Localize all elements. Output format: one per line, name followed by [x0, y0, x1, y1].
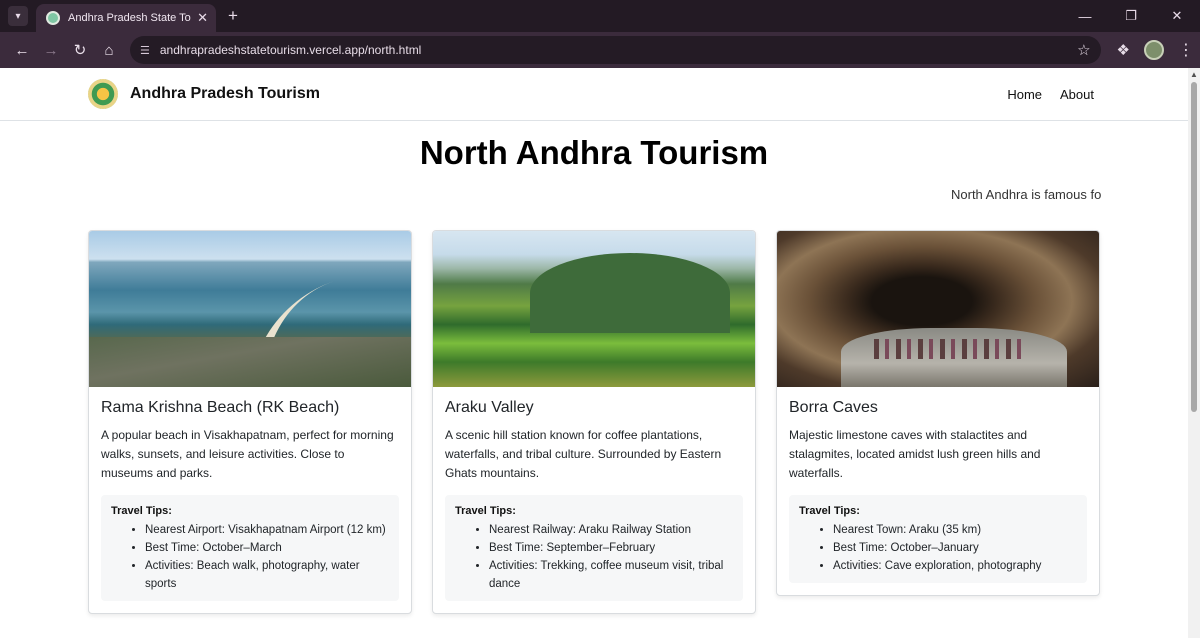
list-item: Best Time: October–March: [145, 539, 389, 557]
card-borra-caves: Borra Caves Majestic limestone caves wit…: [776, 230, 1100, 596]
card-description: Majestic limestone caves with stalactite…: [789, 428, 1041, 480]
close-icon[interactable]: ✕: [197, 10, 208, 26]
card-araku-valley: Araku Valley A scenic hill station known…: [432, 230, 756, 614]
plus-icon[interactable]: +: [228, 6, 238, 26]
travel-tips-title: Travel Tips:: [111, 505, 172, 517]
close-window-icon[interactable]: ✕: [1154, 0, 1200, 32]
card-title: Araku Valley: [445, 399, 534, 416]
star-icon[interactable]: ☆: [1077, 41, 1090, 59]
card-title: Borra Caves: [789, 399, 878, 416]
scroll-up-icon[interactable]: ▲: [1190, 70, 1198, 79]
card-rk-beach: Rama Krishna Beach (RK Beach) A popular …: [88, 230, 412, 614]
travel-tips-list: Nearest Airport: Visakhapatnam Airport (…: [111, 521, 389, 593]
page-title: North Andhra Tourism: [419, 134, 769, 171]
travel-tips-list: Nearest Town: Araku (35 km) Best Time: O…: [799, 521, 1077, 575]
travel-tips-list: Nearest Railway: Araku Railway Station B…: [455, 521, 733, 593]
state-emblem-logo: [88, 79, 118, 109]
browser-tab-bar: ▾ Andhra Pradesh State Tourism ✕ + — ❐ ✕: [0, 0, 1200, 32]
card-description: A popular beach in Visakhapatnam, perfec…: [101, 428, 394, 480]
url-text[interactable]: andhrapradeshstatetourism.vercel.app/nor…: [160, 43, 1077, 57]
travel-tips-title: Travel Tips:: [799, 505, 860, 517]
list-item: Nearest Town: Araku (35 km): [833, 521, 1077, 539]
travel-tips-title: Travel Tips:: [455, 505, 516, 517]
page-viewport: Andhra Pradesh Tourism Home About North …: [0, 68, 1188, 638]
list-item: Best Time: September–February: [489, 539, 733, 557]
card-grid: Rama Krishna Beach (RK Beach) A popular …: [0, 230, 1188, 614]
card-body: Araku Valley A scenic hill station known…: [433, 387, 755, 613]
list-item: Nearest Airport: Visakhapatnam Airport (…: [145, 521, 389, 539]
card-body: Borra Caves Majestic limestone caves wit…: [777, 387, 1099, 595]
brand[interactable]: Andhra Pradesh Tourism: [88, 79, 320, 109]
card-description: A scenic hill station known for coffee p…: [445, 428, 722, 480]
list-item: Nearest Railway: Araku Railway Station: [489, 521, 733, 539]
browser-tab[interactable]: Andhra Pradesh State Tourism ✕: [36, 4, 216, 32]
nav-links: Home About: [1007, 87, 1094, 102]
list-item: Activities: Beach walk, photography, wat…: [145, 557, 389, 593]
card-body: Rama Krishna Beach (RK Beach) A popular …: [89, 387, 411, 613]
card-title: Rama Krishna Beach (RK Beach): [101, 399, 340, 416]
favicon-icon: [46, 11, 60, 25]
list-item: Best Time: October–January: [833, 539, 1077, 557]
travel-tips: Travel Tips: Nearest Town: Araku (35 km)…: [789, 495, 1087, 583]
chevron-down-icon[interactable]: ▾: [8, 6, 28, 26]
brand-name: Andhra Pradesh Tourism: [130, 85, 320, 102]
marquee-text: North Andhra is famous fo: [951, 187, 1101, 202]
nav-link-about[interactable]: About: [1060, 87, 1094, 102]
list-item: Activities: Cave exploration, photograph…: [833, 557, 1077, 575]
puzzle-icon[interactable]: ❖: [1117, 41, 1130, 59]
tab-title: Andhra Pradesh State Tourism: [68, 12, 191, 24]
travel-tips: Travel Tips: Nearest Railway: Araku Rail…: [445, 495, 743, 601]
scrollbar-thumb[interactable]: [1191, 82, 1197, 412]
visitors-shape: [873, 338, 1024, 359]
restore-icon[interactable]: ❐: [1108, 0, 1154, 32]
travel-tips: Travel Tips: Nearest Airport: Visakhapat…: [101, 495, 399, 601]
avatar[interactable]: [1144, 40, 1164, 60]
hill-shape: [529, 252, 730, 333]
minimize-icon[interactable]: —: [1062, 0, 1108, 32]
browser-toolbar: ← → ↻ ⌂ ☰ andhrapradeshstatetourism.verc…: [0, 32, 1200, 68]
page-scrollbar[interactable]: ▲: [1188, 68, 1200, 638]
rk-beach-image: [89, 231, 411, 387]
nav-link-home[interactable]: Home: [1007, 87, 1042, 102]
site-navbar: Andhra Pradesh Tourism Home About: [0, 68, 1188, 121]
address-bar[interactable]: ☰ andhrapradeshstatetourism.vercel.app/n…: [130, 36, 1101, 64]
list-item: Activities: Trekking, coffee museum visi…: [489, 557, 733, 593]
arrow-left-icon[interactable]: ←: [8, 36, 36, 64]
window-controls: — ❐ ✕: [1062, 0, 1200, 32]
araku-valley-image: [433, 231, 755, 387]
borra-caves-image: [777, 231, 1099, 387]
marquee-container: North Andhra is famous fo: [0, 179, 1188, 209]
home-icon[interactable]: ⌂: [95, 36, 123, 64]
arrow-right-icon[interactable]: →: [37, 36, 65, 64]
city-shape: [89, 337, 411, 387]
reload-icon[interactable]: ↻: [66, 36, 94, 64]
tune-icon[interactable]: ☰: [140, 44, 150, 57]
kebab-icon[interactable]: ⋮: [1178, 40, 1194, 60]
